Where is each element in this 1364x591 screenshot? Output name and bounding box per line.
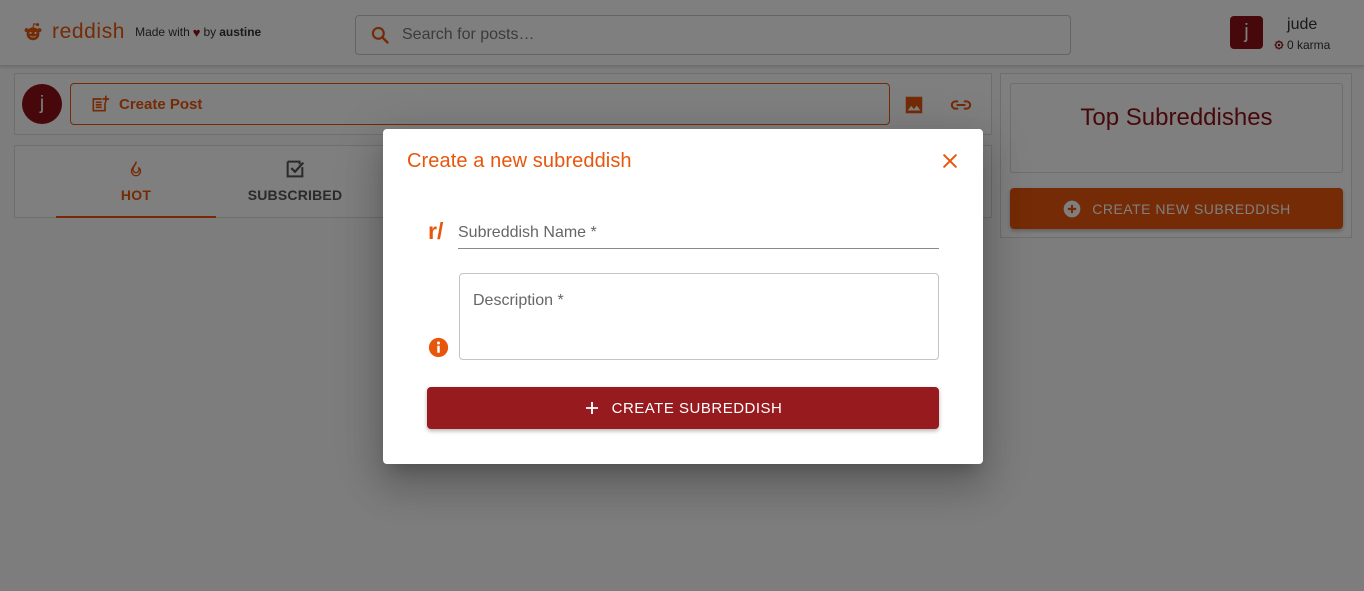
info-icon — [428, 337, 449, 358]
create-subreddish-label: CREATE SUBREDDISH — [611, 399, 783, 417]
description-field[interactable] — [459, 273, 939, 360]
subreddit-prefix: r/ — [428, 218, 444, 244]
subreddish-name-input[interactable] — [458, 217, 939, 248]
plus-icon — [585, 402, 598, 414]
description-input[interactable] — [473, 292, 923, 352]
create-subreddish-button[interactable]: CREATE SUBREDDISH — [427, 387, 939, 429]
dialog-title: Create a new subreddish — [407, 150, 632, 172]
close-icon[interactable] — [940, 151, 960, 171]
create-subreddish-dialog: Create a new subreddish r/ CREATE SUBRED… — [383, 129, 983, 464]
subreddish-name-field[interactable] — [458, 217, 939, 249]
